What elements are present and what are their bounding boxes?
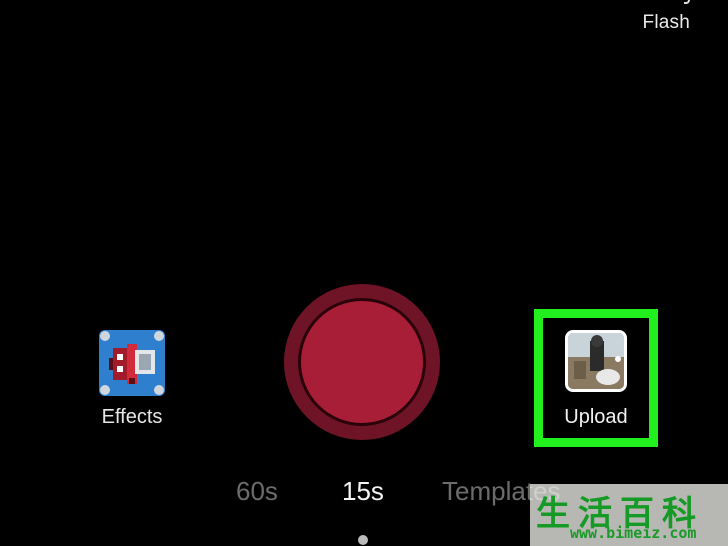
effects-button[interactable]: Effects — [96, 330, 168, 429]
upload-label: Upload — [564, 406, 628, 428]
flash-label[interactable]: Flash — [643, 12, 690, 34]
duration-60s[interactable]: 60s — [236, 476, 278, 507]
record-icon — [298, 298, 426, 426]
watermark: 生活百科 www.bimeiz.com — [530, 484, 728, 546]
effects-label: Effects — [101, 406, 163, 428]
flash-icon[interactable] — [684, 0, 690, 4]
upload-button[interactable]: Upload — [534, 309, 658, 447]
watermark-url: www.bimeiz.com — [570, 524, 697, 542]
effects-thumbnail-icon — [99, 330, 165, 396]
upload-thumbnail-icon — [565, 330, 627, 392]
page-indicator-dot — [358, 535, 368, 545]
duration-15s[interactable]: 15s — [342, 476, 384, 507]
record-button[interactable] — [284, 284, 440, 440]
